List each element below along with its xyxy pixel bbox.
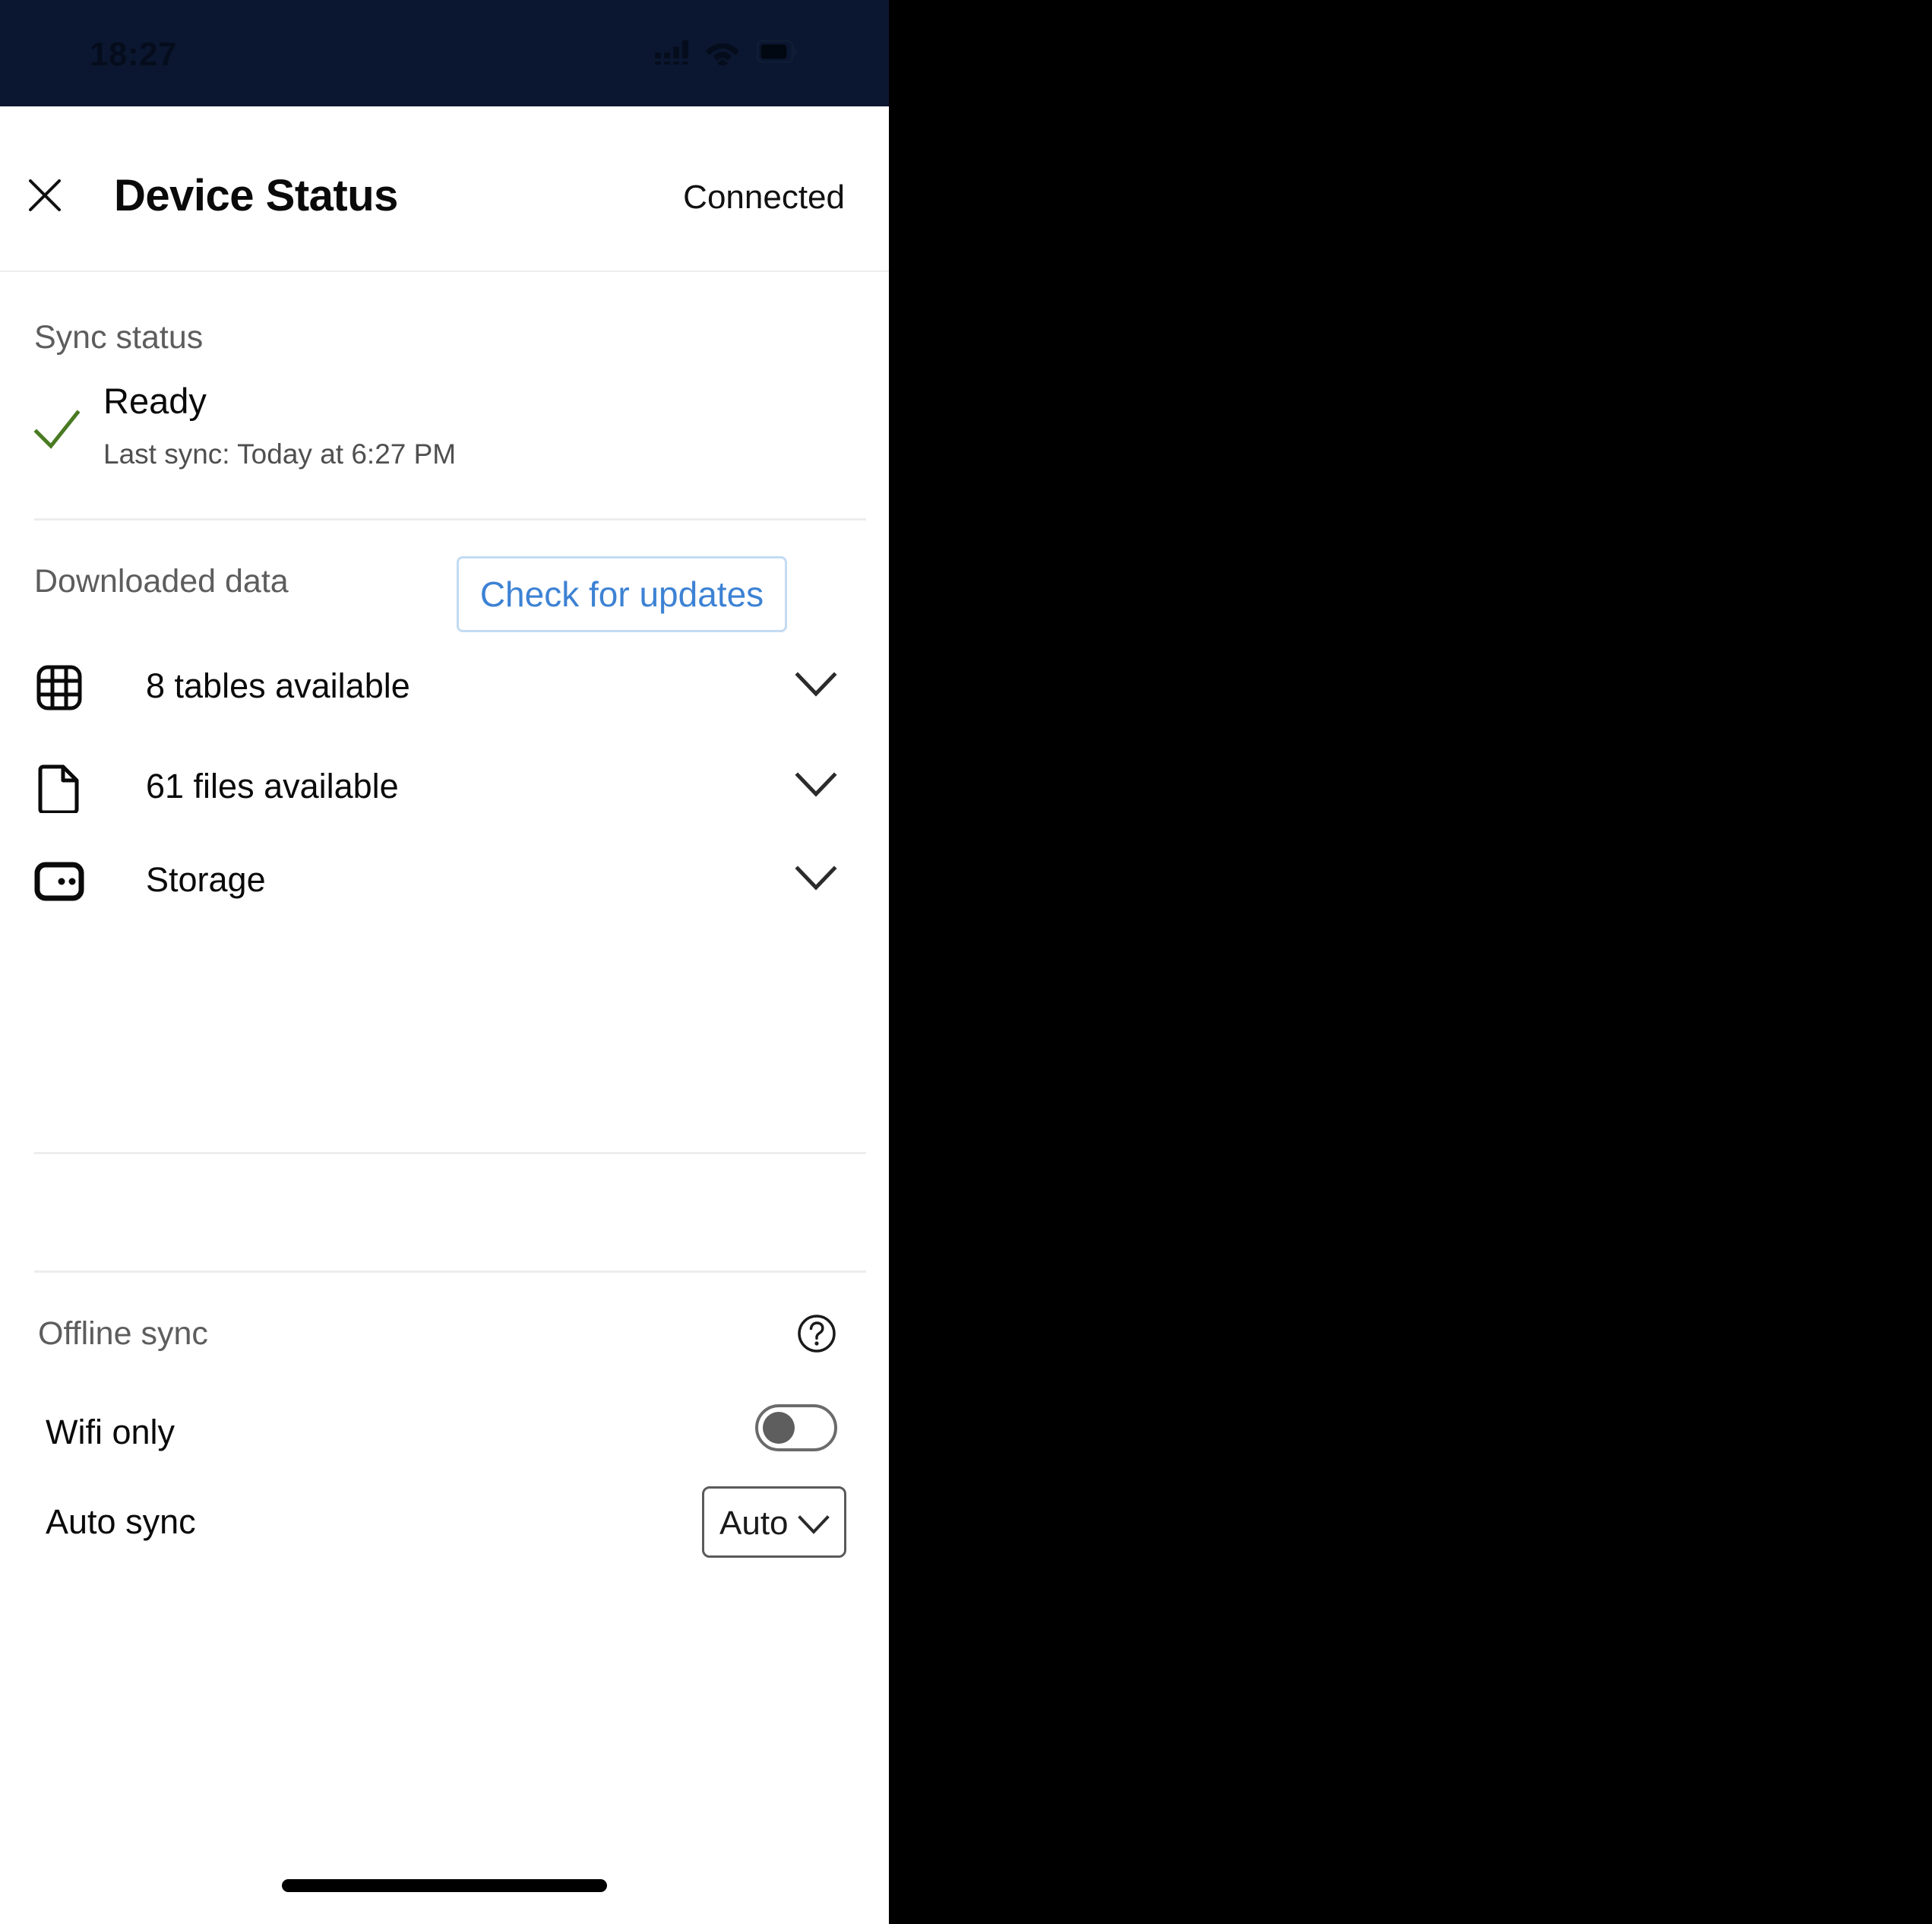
phone-screen: 18:27 Device Status Connected Sync statu…: [0, 0, 889, 1924]
data-row-label: 61 files available: [146, 767, 399, 805]
chevron-down-icon[interactable]: [795, 669, 837, 701]
setting-row-wifi-only: Wifi only: [0, 1388, 889, 1479]
status-bar: 18:27: [0, 0, 889, 106]
file-document-icon: [34, 761, 84, 815]
storage-drive-icon: [34, 855, 84, 908]
offline-sync-section-label: Offline sync: [38, 1315, 208, 1352]
battery-icon: [757, 40, 796, 63]
chevron-down-icon[interactable]: [795, 862, 837, 894]
data-row-files[interactable]: 61 files available: [0, 743, 889, 834]
help-circle-icon[interactable]: [796, 1313, 837, 1354]
data-row-storage[interactable]: Storage: [0, 837, 889, 928]
section-divider: [34, 1271, 866, 1273]
wifi-only-toggle[interactable]: [755, 1404, 837, 1451]
sync-ready-check: [33, 406, 81, 454]
cellular-signal-icon: [655, 40, 688, 65]
chevron-down-icon[interactable]: [795, 769, 837, 801]
data-row-label: Storage: [146, 860, 266, 899]
table-grid-icon: [34, 661, 84, 714]
data-row-label: 8 tables available: [146, 666, 410, 705]
page-header: Device Status Connected: [0, 106, 889, 272]
sync-status-section-label: Sync status: [34, 319, 204, 356]
last-sync-label: Last sync: Today at 6:27 PM: [103, 438, 457, 470]
connection-status-label: Connected: [683, 179, 845, 216]
toggle-knob: [763, 1412, 795, 1444]
check-for-updates-button[interactable]: Check for updates: [457, 556, 787, 632]
setting-row-auto-sync: Auto sync Auto: [0, 1477, 889, 1568]
close-button[interactable]: [23, 173, 67, 217]
status-bar-icons: [655, 38, 798, 65]
wifi-only-label: Wifi only: [46, 1413, 175, 1451]
auto-sync-label: Auto sync: [46, 1502, 196, 1541]
chevron-down-icon: [797, 1513, 830, 1536]
wifi-icon: [706, 43, 739, 65]
section-divider: [34, 518, 866, 521]
sync-state-label: Ready: [103, 381, 207, 421]
data-row-tables[interactable]: 8 tables available: [0, 643, 889, 734]
auto-sync-selected-value: Auto: [719, 1505, 789, 1542]
page-title: Device Status: [114, 171, 398, 220]
home-indicator: [282, 1879, 607, 1892]
section-divider: [34, 1152, 866, 1154]
status-bar-time: 18:27: [90, 36, 178, 73]
auto-sync-dropdown[interactable]: Auto: [702, 1486, 846, 1558]
downloaded-data-section-label: Downloaded data: [34, 563, 289, 600]
check-icon: [33, 410, 81, 449]
close-icon: [29, 179, 61, 211]
